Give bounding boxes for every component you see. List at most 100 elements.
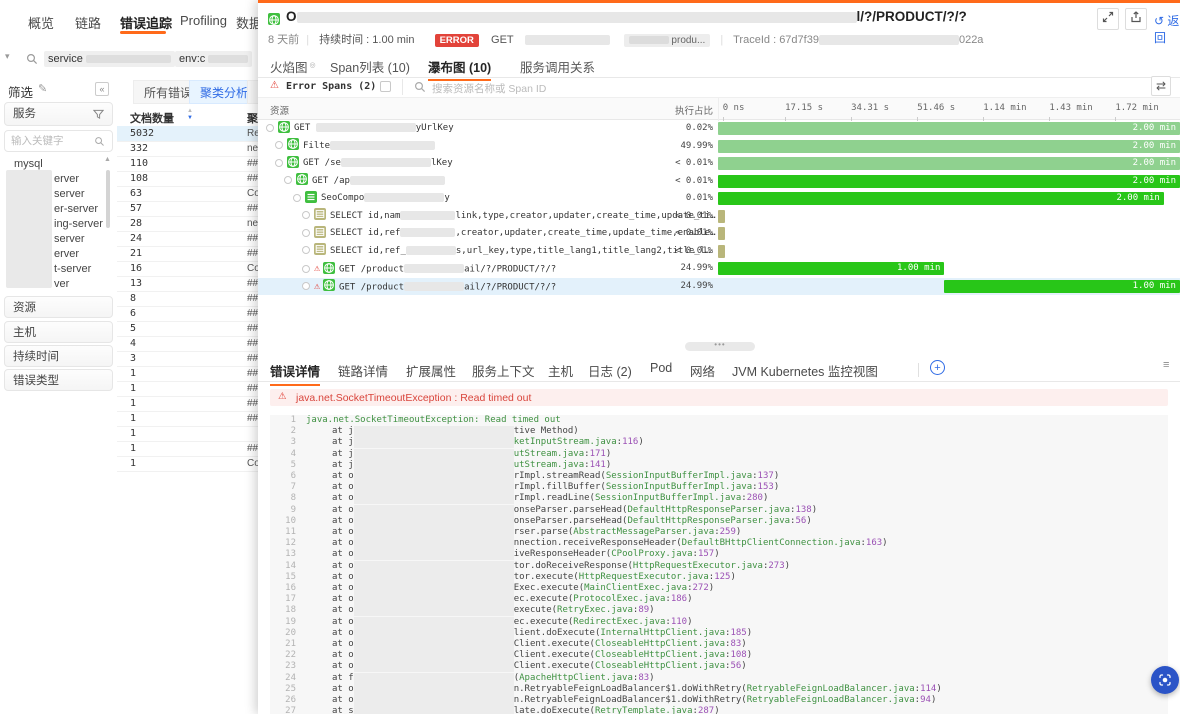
active-nav-underline [120,31,166,34]
waterfall-span-row[interactable]: Filte 49.99% 2.00 min [258,138,1180,156]
cluster-cell: ne [247,143,259,154]
waterfall-span-row[interactable]: GET yUrlKey 0.02% 2.00 min [258,120,1180,138]
detail-tab-7[interactable]: Pod [650,361,672,383]
nav-item-3[interactable]: 错误追踪 [120,13,172,32]
stack-line-number: 11 [285,527,296,538]
filter-chip-label: env:c [179,53,206,65]
service-list-item[interactable]: ing-server [54,218,103,230]
share-icon[interactable] [1125,8,1147,30]
filter-section-4[interactable]: 错误类型 [4,369,113,391]
detail-tab-2[interactable]: 链路详情 [338,361,388,383]
sort-desc-icon[interactable]: ▼ [187,115,193,122]
chevron-down-icon[interactable]: ▾ [5,51,10,62]
sort-asc-icon[interactable]: ▲ [187,108,193,115]
filter-section-1[interactable]: 资源 [4,296,113,318]
detail-tab-6[interactable]: 日志 (2) [588,361,632,383]
span-resource-name: ⚠ GET /product ail/?/PRODUCT/?/? [258,278,752,296]
nav-item-4[interactable]: Profiling [180,13,227,28]
detail-tab-3[interactable]: 扩展属性 [406,361,456,383]
filter-chip[interactable]: service [44,51,175,67]
expand-toggle-icon[interactable] [302,282,310,291]
stack-line: 25 at o n.RetryableFeignLoadBalancer$1.doW… [270,683,1168,695]
add-tab-icon[interactable]: + [930,360,945,375]
doc-count-column-header[interactable]: 文档数量 [130,110,174,126]
duration-bar [718,209,726,223]
expand-toggle-icon[interactable] [302,228,310,237]
service-pill: produ... [623,33,711,47]
span-name-prefix: SELECT id,nam [330,210,401,221]
stack-line-number: 5 [290,459,296,470]
waterfall-span-row[interactable]: GET /se lKey < 0.01% 2.00 min [258,155,1180,173]
http-method: GET [491,34,514,46]
trace-tab-1[interactable]: 火焰图 ◎ [270,57,316,77]
waterfall-span-row[interactable]: SELECT id,ref_ s,url_key,type,title_lang1… [258,243,1180,261]
waterfall-span-row[interactable]: ⚠ GET /product ail/?/PRODUCT/?/? 24.99% 1.00… [258,260,1180,278]
settings-fab[interactable] [1151,666,1179,694]
panel-drag-handle[interactable]: ••• [685,341,755,351]
expand-toggle-icon[interactable] [302,264,310,273]
service-list-item[interactable]: server [54,233,85,245]
span-resource-name: SeoCompo y [258,190,743,208]
trace-tab-3[interactable]: 瀑布图 (10) [428,57,492,81]
trace-tab-4[interactable]: 服务调用关系 [520,57,595,77]
stack-line-code: at o Exec.execute(MainClientExec.java:272… [332,583,715,595]
service-section-header[interactable]: 服务 [4,102,113,126]
detail-tab-1[interactable]: 错误详情 [270,361,321,386]
trace-tab-2[interactable]: Span列表 (10) [330,57,410,77]
service-list-item[interactable]: ver [54,278,69,290]
service-list-item[interactable]: server [54,188,85,200]
collapse-sidebar-icon[interactable]: « [95,82,109,96]
filter-section-3[interactable]: 持续时间 [4,345,113,367]
scroll-up-icon[interactable]: ▲ [104,156,111,163]
expand-toggle-icon[interactable] [266,123,274,132]
waterfall-span-row[interactable]: SeoCompo y 0.01% 2.00 min [258,190,1180,208]
error-spans-checkbox[interactable] [380,81,391,92]
expand-toggle-icon[interactable] [302,246,310,254]
waterfall-span-row[interactable]: SELECT id,nam link,type,creator,updater,c… [258,208,1180,226]
tab-list-menu-icon[interactable]: ≡ [1163,359,1169,371]
stack-line: 6 at o rImpl.streamRead(SessionInputBuffer… [270,471,1168,483]
doc-count-cell: 8 [130,293,137,304]
detail-tab-4[interactable]: 服务上下文 [472,361,535,383]
expand-toggle-icon[interactable] [293,193,301,202]
edit-pencil-icon[interactable]: ✎ [38,82,47,95]
expand-toggle-icon[interactable] [302,211,310,219]
waterfall-span-row[interactable]: SELECT id,ref ,creator,updater,create_tim… [258,225,1180,243]
cluster-cell: ## [247,203,259,214]
span-timeline [718,243,1180,261]
span-name-prefix: Filte [303,140,331,151]
waterfall-span-row[interactable]: ⚠ GET /product ail/?/PRODUCT/?/? 24.99% 1.00… [258,277,1180,296]
execution-ratio: < 0.01% [675,245,713,256]
stack-line-number: 25 [285,683,296,694]
expand-toggle-icon[interactable] [275,141,283,149]
waterfall-span-row[interactable]: GET /ap < 0.01% 2.00 min [258,173,1180,191]
redacted-stack-segment [353,482,514,494]
detail-tab-8[interactable]: 网络 [690,361,715,383]
detail-tab-9[interactable]: JVM Kubernetes 监控视图 [732,361,878,383]
nav-item-2[interactable]: 链路 [75,13,101,32]
service-list-item[interactable]: t-server [54,263,91,275]
expand-toggle-icon[interactable] [275,158,283,167]
filter-section-2[interactable]: 主机 [4,321,113,343]
service-list-item[interactable]: mysql [14,158,43,170]
service-list-item[interactable]: erver [54,248,79,260]
waterfall-header: 资源 执行占比 0 ns 17.15 s 34.31 s 51.46 s 1.14 mi… [258,97,1180,121]
nav-item-1[interactable]: 概览 [28,13,54,32]
redacted-stack-segment [353,639,514,651]
expand-toggle-icon[interactable] [284,176,292,184]
detail-tab-5[interactable]: 主机 [548,361,573,383]
service-list-item[interactable]: erver [54,173,79,185]
stack-line-number: 17 [285,594,296,605]
info-badge-icon: ◎ [309,61,316,69]
stack-line-code: java.net.SocketTimeoutException: Read ti… [306,415,561,425]
filter-funnel-icon[interactable] [93,109,104,120]
search-icon [95,137,104,146]
service-list-item[interactable]: er-server [54,203,98,215]
stack-line-code: at o ec.execute(ProtocolExec.java:186) [332,594,693,606]
fullscreen-icon[interactable] [1097,8,1119,30]
scrollbar-thumb[interactable] [106,170,110,228]
compare-swap-icon[interactable]: ⇄ [1151,76,1171,96]
keyword-search-input[interactable]: 输入关键字 [4,130,113,152]
filter-chip[interactable]: env:c [175,51,253,67]
span-search-input[interactable]: 搜索资源名称或 Span ID [432,81,546,96]
